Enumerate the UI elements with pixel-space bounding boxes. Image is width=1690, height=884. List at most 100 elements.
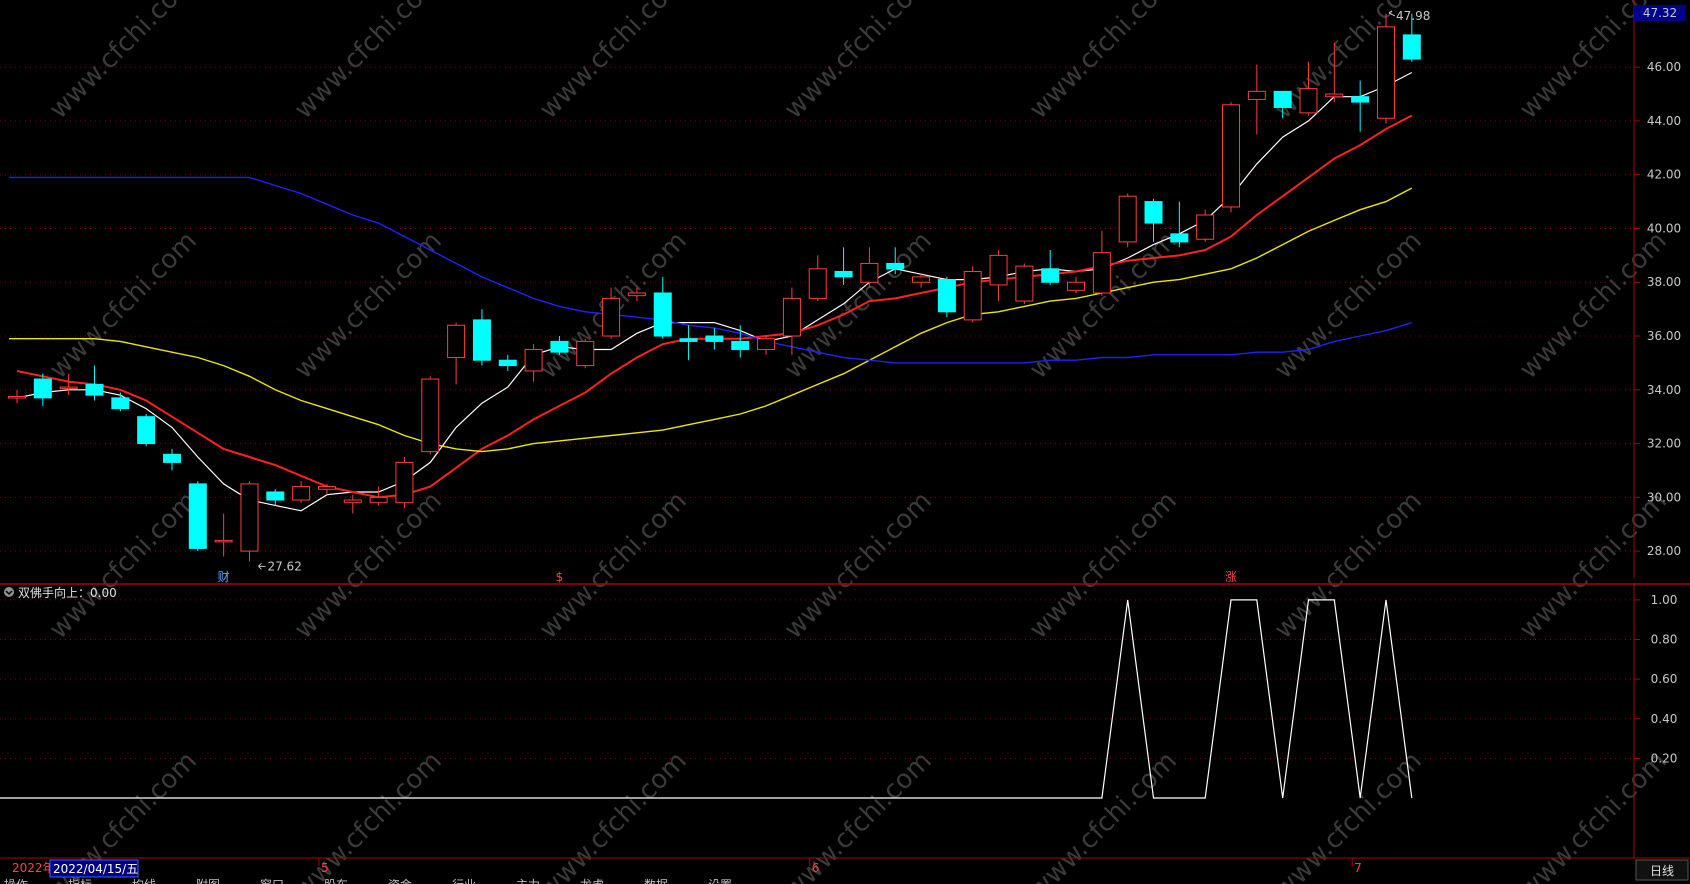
indicator-axis-ticks: 0.20 0.40 0.60 0.80 1.00 [1634,593,1677,765]
candle-body-down [679,338,698,342]
candle[interactable] [1092,231,1111,296]
watermark-text: www.cfchi.com [1269,226,1428,385]
stock-chart-canvas[interactable]: www.cfchi.com www.cfchi.com www.cfchi.com w… [0,0,1690,884]
candle[interactable] [395,457,414,509]
candle[interactable] [808,255,827,302]
toolbar-item[interactable]: 行业 [452,878,476,884]
candle-body-up [602,297,621,337]
candle-body-down [937,279,956,313]
watermark-text: www.cfchi.com [779,486,938,645]
candle[interactable] [421,376,440,455]
candle[interactable] [576,338,595,369]
candle[interactable] [1376,13,1395,124]
candle[interactable] [1247,64,1266,135]
candle[interactable] [989,249,1008,302]
candle[interactable] [1067,276,1086,293]
candlestick-series[interactable] [8,13,1421,562]
candle-body-down [550,340,569,353]
toolbar-item[interactable]: 主力 [516,878,540,884]
month-label: 5 [321,861,329,875]
collapse-icon[interactable] [4,587,14,597]
candle[interactable] [343,494,362,514]
candle[interactable] [679,325,698,361]
bottom-toolbar[interactable]: 操作 指标 均线 附图 窗口 股东 资金 行业 主力 龙虎 数据 设置 [4,877,732,884]
watermark-text: www.cfchi.com [44,0,203,125]
toolbar-item[interactable]: 均线 [132,878,156,884]
event-marker[interactable]: 涨 [1225,569,1237,584]
candle-body-down [1351,96,1370,103]
candle[interactable] [1170,201,1189,248]
candle-body-up [1092,252,1111,294]
toolbar-item[interactable]: 数据 [644,877,668,884]
candle[interactable] [705,327,724,350]
candle-body-down [834,270,853,278]
toolbar-item[interactable]: 资金 [388,877,412,884]
candle[interactable] [834,247,853,285]
event-marker[interactable]: $ [556,570,564,584]
indicator-tick-label: 0.20 [1651,751,1678,765]
candle[interactable] [963,266,982,323]
watermark-text: www.cfchi.com [534,0,693,125]
indicator-panel[interactable]: 0.20 0.40 0.60 0.80 1.00 双佛手向上：0.00 [0,584,1677,858]
candle-body-up [1067,281,1086,291]
candle[interactable] [498,354,517,371]
candle[interactable] [472,309,491,366]
candle-body-up [343,499,362,504]
indicator-title[interactable]: 双佛手向上：0.00 [4,585,117,600]
month-label: 6 [812,861,820,875]
candle[interactable] [1222,102,1241,213]
candle[interactable] [162,448,181,471]
candle[interactable] [757,336,776,355]
candle[interactable] [731,325,750,358]
watermark-text: www.cfchi.com [779,0,938,125]
candle-body-up [808,268,827,299]
indicator-tick-label: 0.40 [1651,712,1678,726]
candle-body-up [989,254,1008,286]
candle[interactable] [653,276,672,339]
toolbar-item[interactable]: 操作 [4,877,28,884]
watermark-text: www.cfchi.com [44,486,203,645]
candle[interactable] [292,481,311,503]
candle[interactable] [1041,249,1060,285]
indicator-series-line [0,599,1413,799]
candle[interactable] [860,247,879,288]
candle[interactable] [188,481,207,552]
event-marker[interactable]: 财 [218,570,230,584]
candle-body-up [1299,88,1318,114]
price-panel[interactable]: 28.00 30.00 32.00 34.00 36.00 38.00 40.00 42.00… [0,0,1686,584]
candle[interactable] [137,413,156,447]
candle[interactable] [447,322,466,385]
price-tick-label: 46.00 [1647,60,1681,74]
candle[interactable] [240,481,259,562]
toolbar-item[interactable]: 附图 [196,878,220,884]
candle[interactable] [266,489,285,506]
price-tick-label: 38.00 [1647,275,1681,289]
toolbar-item[interactable]: 设置 [708,878,732,884]
candle-body-up [1222,104,1241,208]
candle-body-up [912,276,931,283]
candle[interactable] [1118,193,1137,248]
candle[interactable] [937,276,956,318]
period-button-label: 日线 [1650,864,1674,878]
candle[interactable] [111,392,130,412]
price-tick-label: 40.00 [1647,221,1681,235]
watermark-layer: www.cfchi.com www.cfchi.com www.cfchi.com w… [44,0,1673,884]
candle-body-down [498,359,517,367]
candle-body-up [963,270,982,321]
watermark-text: www.cfchi.com [534,486,693,645]
candle[interactable] [8,389,26,404]
candle-body-down [111,397,130,410]
candle[interactable] [1015,263,1034,304]
candle[interactable] [317,483,336,495]
candle[interactable] [214,513,233,557]
toolbar-item[interactable]: 龙虎 [580,878,604,884]
toolbar-item[interactable]: 窗口 [260,878,284,884]
candle[interactable] [912,274,931,288]
candle-body-down [653,292,672,337]
candle[interactable] [1351,80,1370,132]
candle[interactable] [524,344,543,382]
time-axis[interactable]: 2022年 2022/04/15/五 5 6 7 日线 [0,857,1690,881]
candle-body-down [1144,201,1163,224]
toolbar-item[interactable]: 股东 [324,878,348,884]
toolbar-item[interactable]: 指标 [68,877,92,884]
